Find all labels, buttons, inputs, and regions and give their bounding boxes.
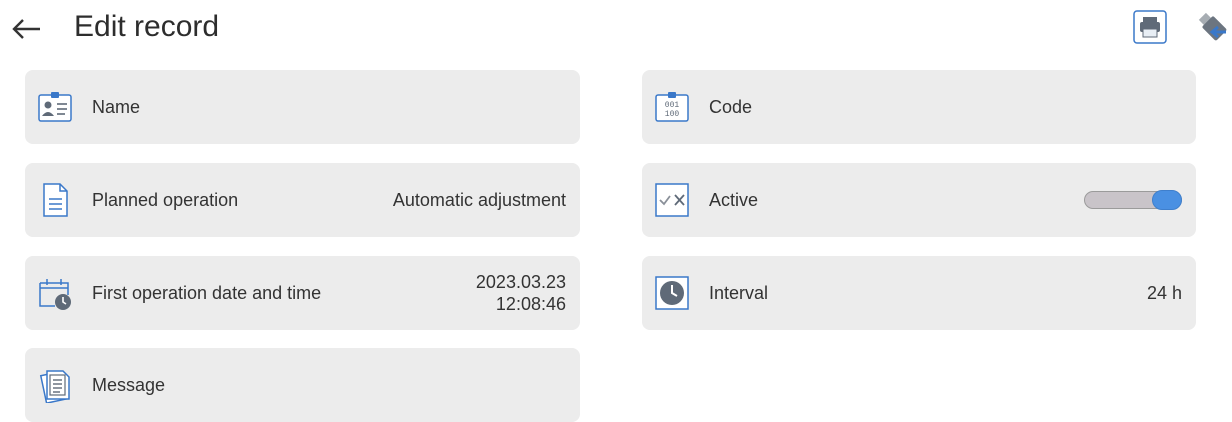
- back-arrow-icon[interactable]: [10, 14, 44, 44]
- code-field[interactable]: 001 100 Code: [642, 70, 1196, 144]
- planned-operation-label: Planned operation: [92, 190, 239, 210]
- check-cross-icon: [655, 183, 689, 217]
- name-field[interactable]: Name: [25, 70, 580, 144]
- interval-value: 24 h: [1146, 283, 1182, 303]
- document-icon: [43, 183, 68, 217]
- name-label: Name: [92, 97, 141, 117]
- code-icon: 001 100: [655, 92, 689, 122]
- message-label: Message: [92, 375, 166, 395]
- active-label: Active: [709, 190, 759, 210]
- calendar-clock-icon: [39, 279, 71, 310]
- id-card-icon: [38, 92, 72, 122]
- page-title: Edit record: [74, 10, 220, 43]
- message-icon: [39, 370, 70, 403]
- svg-text:100: 100: [665, 110, 680, 119]
- planned-operation-value: Automatic adjustment: [392, 190, 566, 210]
- code-label: Code: [709, 97, 753, 117]
- first-operation-field[interactable]: First operation date and time 2023.03.23…: [25, 256, 580, 330]
- planned-operation-field[interactable]: Planned operation Automatic adjustment: [25, 163, 580, 237]
- usb-export-icon[interactable]: [1196, 10, 1230, 44]
- first-operation-label: First operation date and time: [92, 283, 322, 303]
- first-operation-time: 12:08:46: [495, 294, 566, 314]
- header-bar: Edit record: [0, 0, 1232, 58]
- interval-label: Interval: [709, 283, 769, 303]
- printer-icon[interactable]: [1133, 10, 1167, 44]
- clock-icon: [655, 276, 689, 310]
- interval-field[interactable]: Interval 24 h: [642, 256, 1196, 330]
- first-operation-value: 2023.03.23 12:08:46: [476, 256, 566, 330]
- toggle-knob: [1152, 190, 1182, 210]
- message-field[interactable]: Message: [25, 348, 580, 422]
- active-field[interactable]: Active: [642, 163, 1196, 237]
- active-toggle[interactable]: [1084, 190, 1182, 210]
- svg-text:001: 001: [665, 101, 680, 110]
- first-operation-date: 2023.03.23: [475, 272, 566, 292]
